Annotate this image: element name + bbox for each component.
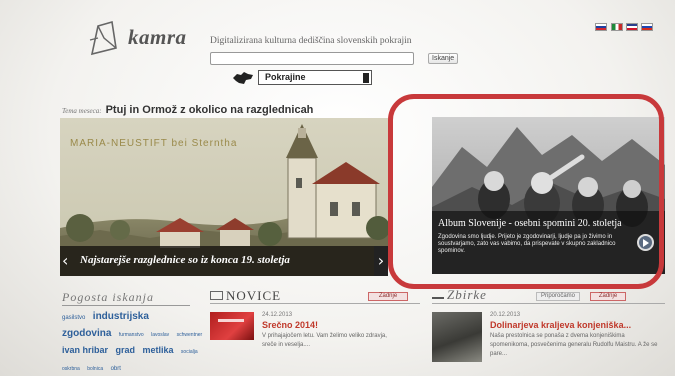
site-tagline: Digitalizirana kulturna dediščina sloven… bbox=[210, 36, 412, 46]
search-tag[interactable]: socialja bbox=[181, 349, 198, 355]
slovenian-flag-icon[interactable] bbox=[595, 23, 607, 31]
collection-thumbnail[interactable] bbox=[432, 312, 482, 362]
collections-heading-text: Zbirke bbox=[447, 287, 487, 302]
search-tag[interactable]: furmanstvo bbox=[119, 332, 144, 338]
news-heading-text: NOVICE bbox=[226, 288, 282, 303]
search-button[interactable]: Iskanje bbox=[428, 53, 459, 64]
collection-title[interactable]: Dolinarjeva kraljeva konjeniška... bbox=[490, 320, 631, 330]
news-date: 24.12.2013 bbox=[262, 312, 293, 318]
search-tag[interactable]: industrijska bbox=[93, 311, 149, 322]
chevron-left-icon[interactable]: ‹ bbox=[62, 251, 74, 271]
collection-excerpt: Naša prestolnica se ponaša z dvema konje… bbox=[490, 333, 658, 357]
postcard-slider[interactable]: MARIA-NEUSTIFT bei Sterntha ‹ Najstarejš… bbox=[60, 118, 388, 276]
dropdown-arrow-icon bbox=[363, 73, 369, 83]
collections-recommended-button[interactable]: Priporočamo bbox=[536, 292, 580, 301]
search-tag[interactable]: gasilstvo bbox=[62, 315, 85, 321]
logo-text: kamra bbox=[128, 25, 187, 49]
slider-caption: Najstarejše razglednice so iz konca 19. … bbox=[80, 254, 290, 266]
search-tag[interactable]: obrt bbox=[111, 366, 121, 372]
search-tag[interactable]: ivan hribar bbox=[62, 345, 108, 355]
collections-latest-button[interactable]: Zadnje bbox=[590, 292, 626, 301]
slider-caption-bar: ‹ Najstarejše razglednice so iz konca 19… bbox=[60, 246, 388, 276]
news-icon bbox=[210, 291, 223, 300]
russian-flag-icon[interactable] bbox=[641, 23, 653, 31]
album-caption: Album Slovenije - osebni spomini 20. sto… bbox=[432, 211, 665, 274]
album-title[interactable]: Album Slovenije - osebni spomini 20. sto… bbox=[438, 218, 622, 229]
language-switcher bbox=[595, 23, 665, 33]
search-tag[interactable]: metlika bbox=[142, 345, 173, 355]
search-tag[interactable]: grad bbox=[115, 345, 135, 355]
kamra-logo[interactable]: kamra bbox=[88, 18, 218, 66]
news-excerpt: V prihajajočem letu. Vam želimo veliko z… bbox=[262, 333, 387, 348]
slovenia-map-icon bbox=[233, 72, 253, 84]
divider bbox=[62, 305, 190, 306]
theme-label: Tema meseca: bbox=[62, 107, 102, 115]
collections-heading: Zbirke bbox=[432, 287, 487, 303]
collections-icon bbox=[432, 291, 444, 299]
postcard-heading: MARIA-NEUSTIFT bei Sterntha bbox=[70, 138, 238, 149]
collection-date: 20.12.2013 bbox=[490, 312, 521, 318]
logo-mark-icon bbox=[89, 20, 117, 56]
theme-title[interactable]: Ptuj in Ormož z okolico na razglednicah bbox=[106, 104, 314, 116]
region-select-value: Pokrajine bbox=[265, 72, 306, 82]
italian-flag-icon[interactable] bbox=[611, 23, 623, 31]
divider bbox=[432, 303, 665, 304]
divider bbox=[210, 303, 420, 304]
english-flag-icon[interactable] bbox=[626, 23, 638, 31]
news-thumbnail[interactable] bbox=[210, 312, 254, 340]
album-slovenije-panel[interactable]: Album Slovenije - osebni spomini 20. sto… bbox=[432, 117, 665, 274]
news-latest-button[interactable]: Zadnje bbox=[368, 292, 408, 301]
search-tag[interactable]: zgodovina bbox=[62, 328, 111, 339]
album-description: Zgodovina smo ljudje. Prijeto je zgodovi… bbox=[438, 234, 616, 254]
theme-of-month: Tema meseca: Ptuj in Ormož z okolico na … bbox=[62, 100, 313, 118]
region-select[interactable]: Pokrajine bbox=[232, 70, 372, 85]
tag-cloud: gasilstvo industrijska zgodovina furmans… bbox=[62, 308, 207, 376]
search-tag[interactable]: oskrbna bbox=[62, 366, 80, 372]
search-tag[interactable]: bolnica bbox=[87, 366, 103, 372]
search-input[interactable] bbox=[210, 52, 414, 65]
frequent-searches-heading: Pogosta iskanja bbox=[62, 290, 154, 304]
news-heading: NOVICE bbox=[210, 288, 281, 304]
search-tag[interactable]: schwentner bbox=[177, 332, 203, 338]
arrow-right-circle-icon[interactable] bbox=[637, 234, 654, 251]
chevron-right-icon[interactable]: › bbox=[374, 246, 388, 276]
search-tag[interactable]: lavoslav bbox=[151, 332, 169, 338]
news-title[interactable]: Srečno 2014! bbox=[262, 320, 318, 330]
region-select-box[interactable]: Pokrajine bbox=[258, 70, 372, 85]
